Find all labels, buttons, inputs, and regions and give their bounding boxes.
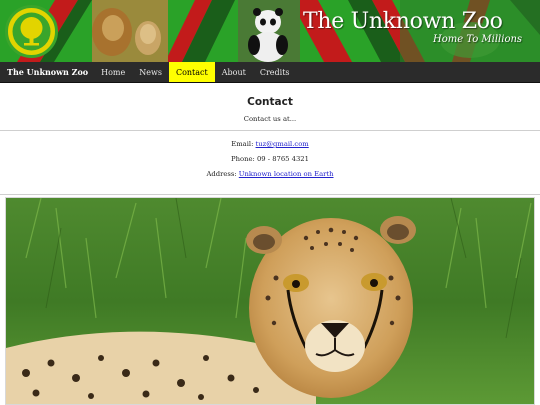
cheetah-photo xyxy=(5,197,535,405)
page-title: Contact xyxy=(247,96,293,108)
nav-item-about[interactable]: About xyxy=(215,62,253,82)
nav-item-home[interactable]: Home xyxy=(94,62,132,82)
page-subtitle: Contact us at... xyxy=(243,115,297,123)
phone-label: Phone: xyxy=(231,155,255,163)
contact-header: Contact Contact us at... xyxy=(0,88,540,131)
main-nav: The Unknown Zoo Home News Contact About … xyxy=(0,62,540,83)
contact-details: Email: tuz@gmail.com Phone: 09 - 8765 43… xyxy=(0,131,540,195)
site-banner: The Unknown Zoo Home To Millions xyxy=(0,0,540,62)
nav-brand[interactable]: The Unknown Zoo xyxy=(0,62,94,82)
address-line: Address: Unknown location on Earth xyxy=(0,167,540,182)
nav-item-contact[interactable]: Contact xyxy=(168,62,215,82)
tree-icon xyxy=(12,12,51,51)
address-link[interactable]: Unknown location on Earth xyxy=(239,170,334,178)
banner-title: The Unknown Zoo xyxy=(303,9,503,34)
email-link[interactable]: tuz@gmail.com xyxy=(256,140,309,148)
nav-item-news[interactable]: News xyxy=(132,62,169,82)
email-label: Email: xyxy=(231,140,254,148)
nav-item-credits[interactable]: Credits xyxy=(253,62,297,82)
zoo-logo[interactable] xyxy=(5,5,58,58)
cheetah-image xyxy=(6,198,534,404)
banner-tagline: Home To Millions xyxy=(433,34,523,45)
email-line: Email: tuz@gmail.com xyxy=(0,131,540,152)
phone-value: 09 - 8765 4321 xyxy=(256,155,309,163)
phone-line: Phone: 09 - 8765 4321 xyxy=(0,152,540,167)
contact-section: Contact Contact us at... Email: tuz@gmai… xyxy=(0,88,540,195)
address-label: Address: xyxy=(206,170,237,178)
